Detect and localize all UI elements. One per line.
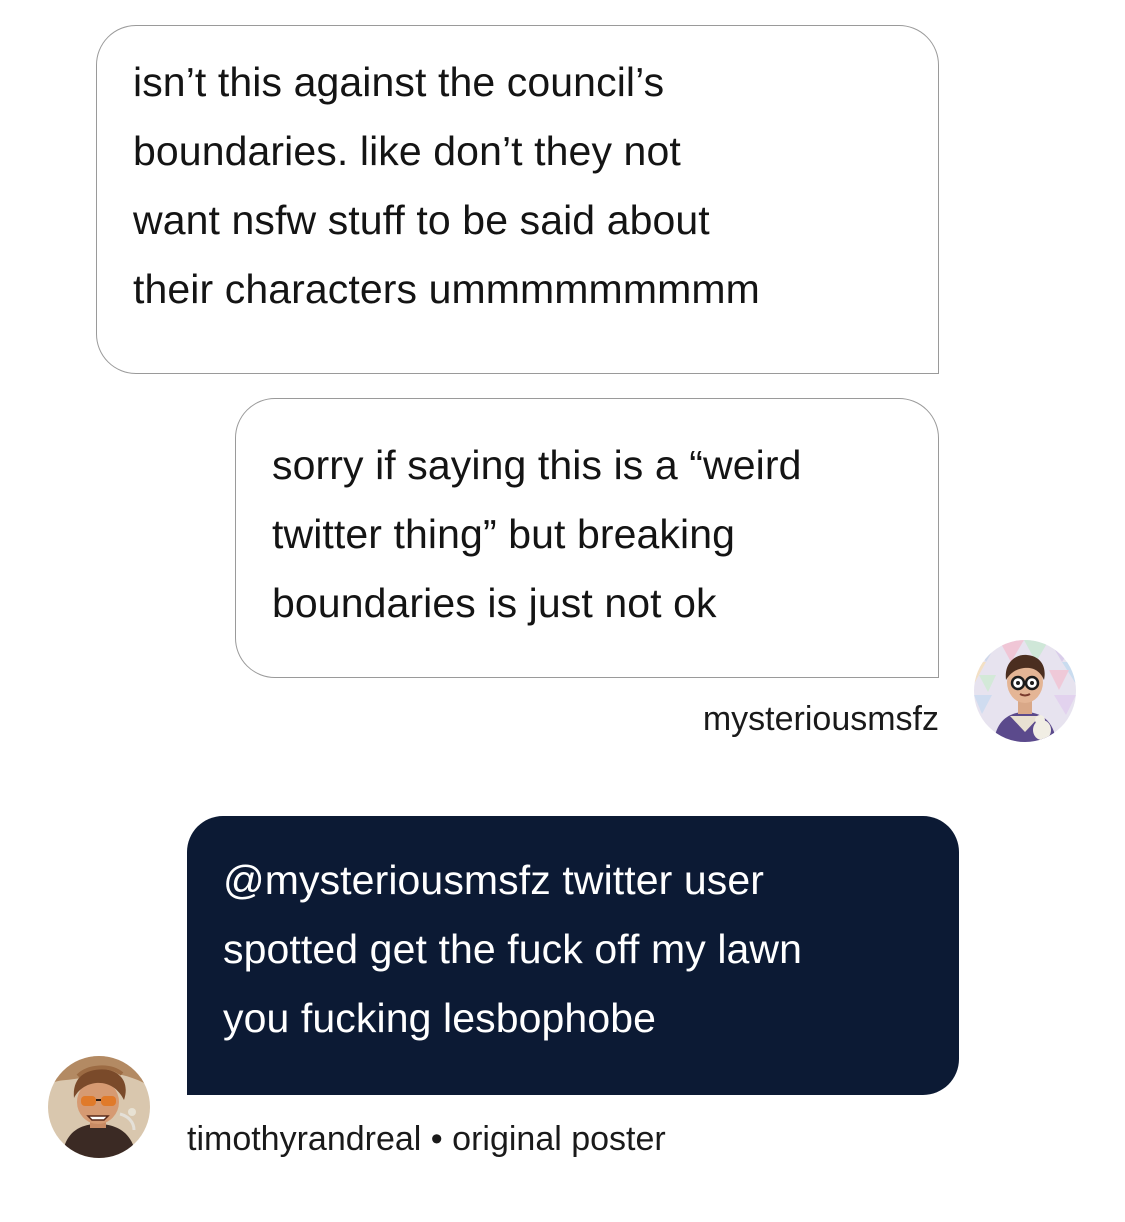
- post-attribution: timothyrandreal • original poster: [187, 1120, 666, 1159]
- reply-bubble-1: isn’t this against the council’s boundar…: [96, 25, 939, 374]
- message-line: isn’t this against the council’s: [133, 59, 665, 105]
- message-line: boundaries is just not ok: [272, 580, 717, 626]
- message-line: @mysteriousmsfz twitter user: [223, 857, 765, 903]
- message-line: spotted get the fuck off my lawn: [223, 926, 803, 972]
- user-avatar-icon[interactable]: [48, 1056, 150, 1158]
- avatar-cartoon-person-glasses-icon: [974, 640, 1076, 742]
- message-line: boundaries. like don’t they not: [133, 128, 681, 174]
- message-line: want nsfw stuff to be said about: [133, 197, 710, 243]
- reply-bubble-2: sorry if saying this is a “weird twitter…: [235, 398, 939, 678]
- original-poster-label: original poster: [452, 1120, 666, 1158]
- separator-dot: •: [430, 1120, 443, 1158]
- username-timothyrandreal[interactable]: timothyrandreal: [187, 1120, 421, 1158]
- user-avatar-icon[interactable]: [974, 640, 1076, 742]
- message-line: twitter thing” but breaking: [272, 511, 736, 557]
- username-mysteriousmsfz[interactable]: mysteriousmsfz: [703, 700, 939, 739]
- avatar-cartoon-person-sunglasses-icon: [48, 1056, 150, 1158]
- message-line: their characters ummmmmmmmm: [133, 266, 760, 312]
- message-line: sorry if saying this is a “weird: [272, 442, 802, 488]
- message-line: you fucking lesbophobe: [223, 995, 657, 1041]
- post-bubble-dark: @mysteriousmsfz twitter user spotted get…: [187, 816, 959, 1095]
